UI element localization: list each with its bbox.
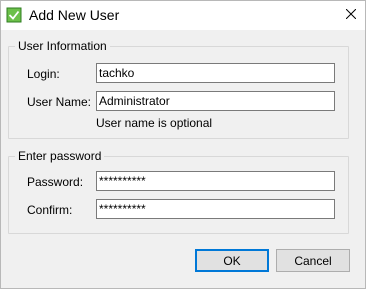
app-icon <box>6 7 22 23</box>
title-bar[interactable]: Add New User <box>1 1 365 30</box>
username-hint: User name is optional <box>96 116 213 130</box>
close-button[interactable] <box>336 1 365 29</box>
login-label: Login: <box>27 67 60 81</box>
confirm-label: Confirm: <box>27 203 73 217</box>
enter-password-legend: Enter password <box>15 149 105 163</box>
user-information-legend: User Information <box>15 39 110 53</box>
login-field[interactable]: tachko <box>96 63 335 83</box>
password-field[interactable]: ********** <box>96 171 335 191</box>
enter-password-group: Enter password <box>8 149 349 234</box>
password-label: Password: <box>27 175 84 189</box>
username-label: User Name: <box>27 95 92 109</box>
add-new-user-dialog: Add New User User Information Login: tac… <box>0 0 366 289</box>
ok-button[interactable]: OK <box>195 249 269 272</box>
cancel-button[interactable]: Cancel <box>276 249 350 272</box>
close-icon <box>345 8 356 22</box>
window-title: Add New User <box>29 7 120 23</box>
username-field[interactable]: Administrator <box>96 91 335 111</box>
confirm-field[interactable]: ********** <box>96 199 335 219</box>
